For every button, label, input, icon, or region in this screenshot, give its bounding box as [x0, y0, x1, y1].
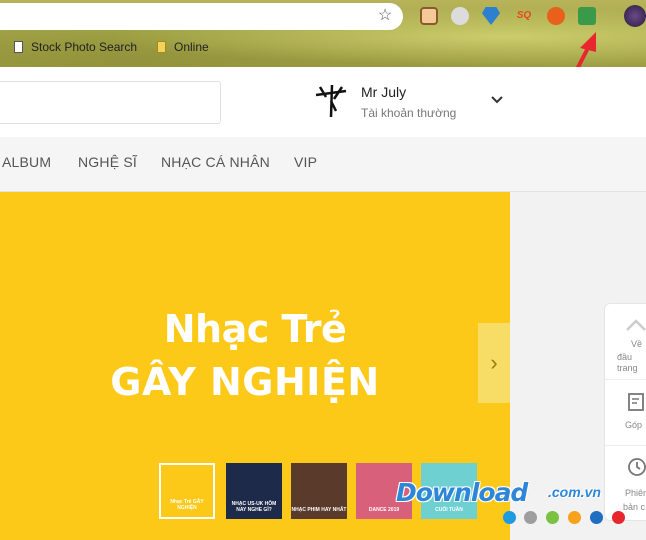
nav-item-artist[interactable]: NGHỆ SĨ	[78, 154, 137, 170]
bookmark-label: Stock Photo Search	[31, 40, 138, 54]
shield-extension-icon[interactable]	[451, 7, 469, 25]
site-header: Mr July Tài khoản thường	[0, 67, 646, 137]
side-tools-panel: Về đầu trang Góp Phiên bản c	[604, 303, 646, 521]
banner-thumb[interactable]: NHẠC PHIM HAY NHẤT	[291, 463, 347, 519]
version-button[interactable]: Phiên bản c	[605, 446, 646, 522]
sq-extension-icon[interactable]: SQ	[513, 7, 535, 25]
chevron-up-icon	[626, 319, 646, 331]
nav-item-vip[interactable]: VIP	[294, 154, 317, 170]
thumb-label: NHẠC PHIM HAY NHẤT	[291, 507, 347, 513]
watermark-logo: Download	[396, 478, 528, 507]
profile-extension-icon[interactable]	[420, 7, 438, 25]
bookmark-online[interactable]: Online	[157, 40, 209, 54]
folder-icon	[157, 41, 166, 53]
watermark-dot	[503, 511, 516, 524]
version-label-2: bản c	[623, 502, 646, 512]
search-input[interactable]	[0, 81, 221, 124]
account-type: Tài khoản thường	[361, 106, 457, 120]
bookmark-star-icon[interactable]: ☆	[376, 7, 394, 25]
feedback-label: Góp	[625, 420, 643, 430]
banner-thumb[interactable]: Nhạc Trẻ GÂY NGHIỆN	[159, 463, 215, 519]
banner-title-line1: Nhạc Trẻ	[163, 307, 347, 351]
watermark-dot	[546, 511, 559, 524]
fire-extension-icon[interactable]	[547, 7, 565, 25]
watermark-dot	[612, 511, 625, 524]
watermark-domain: .com.vn	[548, 484, 601, 500]
bookmark-stock-photo[interactable]: Stock Photo Search	[14, 40, 137, 54]
banner-title-line2: GÂY NGHIỆN	[110, 360, 380, 404]
banner-next-button[interactable]: ›	[478, 323, 510, 403]
version-label: Phiên	[625, 488, 646, 498]
thumb-label: CUỐI TUẦN	[435, 507, 463, 513]
feedback-icon	[628, 393, 644, 411]
diamond-extension-icon[interactable]	[482, 7, 500, 25]
thumb-label: DANCE 2019	[368, 507, 400, 513]
thumb-label: NHẠC US-UK HÔM NAY NGHE GÌ?	[231, 501, 277, 513]
page-icon	[14, 41, 23, 53]
address-bar[interactable]	[0, 3, 403, 30]
back-to-top-label: Về	[631, 339, 643, 349]
profile-avatar-icon[interactable]	[624, 5, 646, 27]
green-extension-icon[interactable]	[578, 7, 596, 25]
nav-item-personal-music[interactable]: NHẠC CÁ NHÂN	[161, 154, 270, 170]
watermark-dot	[524, 511, 537, 524]
chevron-down-icon[interactable]	[490, 93, 504, 107]
history-icon	[628, 458, 646, 476]
back-to-top-button[interactable]: Về đầu trang	[605, 304, 646, 380]
feedback-button[interactable]: Góp	[605, 380, 646, 446]
user-avatar[interactable]	[312, 81, 350, 119]
back-to-top-label-2: đầu trang	[617, 352, 638, 373]
main-nav: ALBUM NGHỆ SĨ NHẠC CÁ NHÂN VIP	[0, 137, 646, 192]
banner-thumb[interactable]: NHẠC US-UK HÔM NAY NGHE GÌ?	[226, 463, 282, 519]
user-name[interactable]: Mr July	[361, 84, 406, 100]
watermark-dot	[568, 511, 581, 524]
watermark-dot	[590, 511, 603, 524]
thumb-label: Nhạc Trẻ GÂY NGHIỆN	[170, 499, 204, 511]
bookmark-label: Online	[174, 40, 209, 54]
nav-item-album[interactable]: ALBUM	[2, 154, 51, 170]
